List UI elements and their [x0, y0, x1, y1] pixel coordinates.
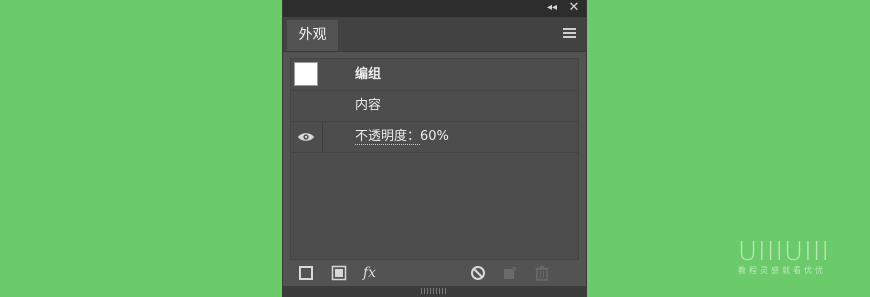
opacity-value: 60%: [420, 129, 449, 144]
eye-icon: [298, 133, 314, 141]
appearance-list: 编组 内容 不透明度：60%: [290, 58, 579, 260]
appearance-panel: ◂◂ ✕ 外观 编组 内容 不透明度：60% fx: [283, 0, 586, 297]
contents-label: 内容: [355, 98, 382, 113]
group-label: 编组: [355, 67, 382, 82]
collapse-icon[interactable]: ◂◂: [545, 1, 559, 15]
watermark-subtitle: 教程灵感就看优优: [738, 266, 826, 275]
list-item-opacity[interactable]: 不透明度：60%: [291, 122, 578, 153]
duplicate-item-icon[interactable]: [502, 265, 518, 281]
panel-bottom-toolbar: fx: [283, 260, 586, 286]
close-icon[interactable]: ✕: [566, 0, 582, 16]
add-new-fill-icon[interactable]: [331, 265, 347, 281]
opacity-row-text: 不透明度：60%: [355, 122, 449, 152]
panel-titlebar: ◂◂ ✕: [283, 0, 586, 17]
watermark-logo: UIIIUIII 教程灵感就看优优: [738, 238, 850, 280]
group-thumbnail: [294, 62, 318, 86]
clear-appearance-icon[interactable]: [470, 265, 486, 281]
panel-menu-icon[interactable]: [563, 28, 576, 38]
opacity-link[interactable]: 不透明度：: [355, 129, 421, 145]
tab-appearance[interactable]: 外观: [287, 20, 338, 51]
add-effect-icon[interactable]: fx: [363, 265, 385, 281]
watermark-text: UIIIUIII: [738, 237, 831, 267]
grip-dots: [421, 288, 447, 294]
panel-tabbar: 外观: [283, 17, 586, 52]
delete-item-icon[interactable]: [534, 265, 550, 281]
add-new-stroke-icon[interactable]: [298, 265, 314, 281]
list-item-group[interactable]: 编组: [291, 59, 578, 91]
list-item-contents[interactable]: 内容: [291, 91, 578, 122]
panel-resize-grip[interactable]: [283, 286, 586, 297]
visibility-toggle[interactable]: [291, 122, 323, 152]
